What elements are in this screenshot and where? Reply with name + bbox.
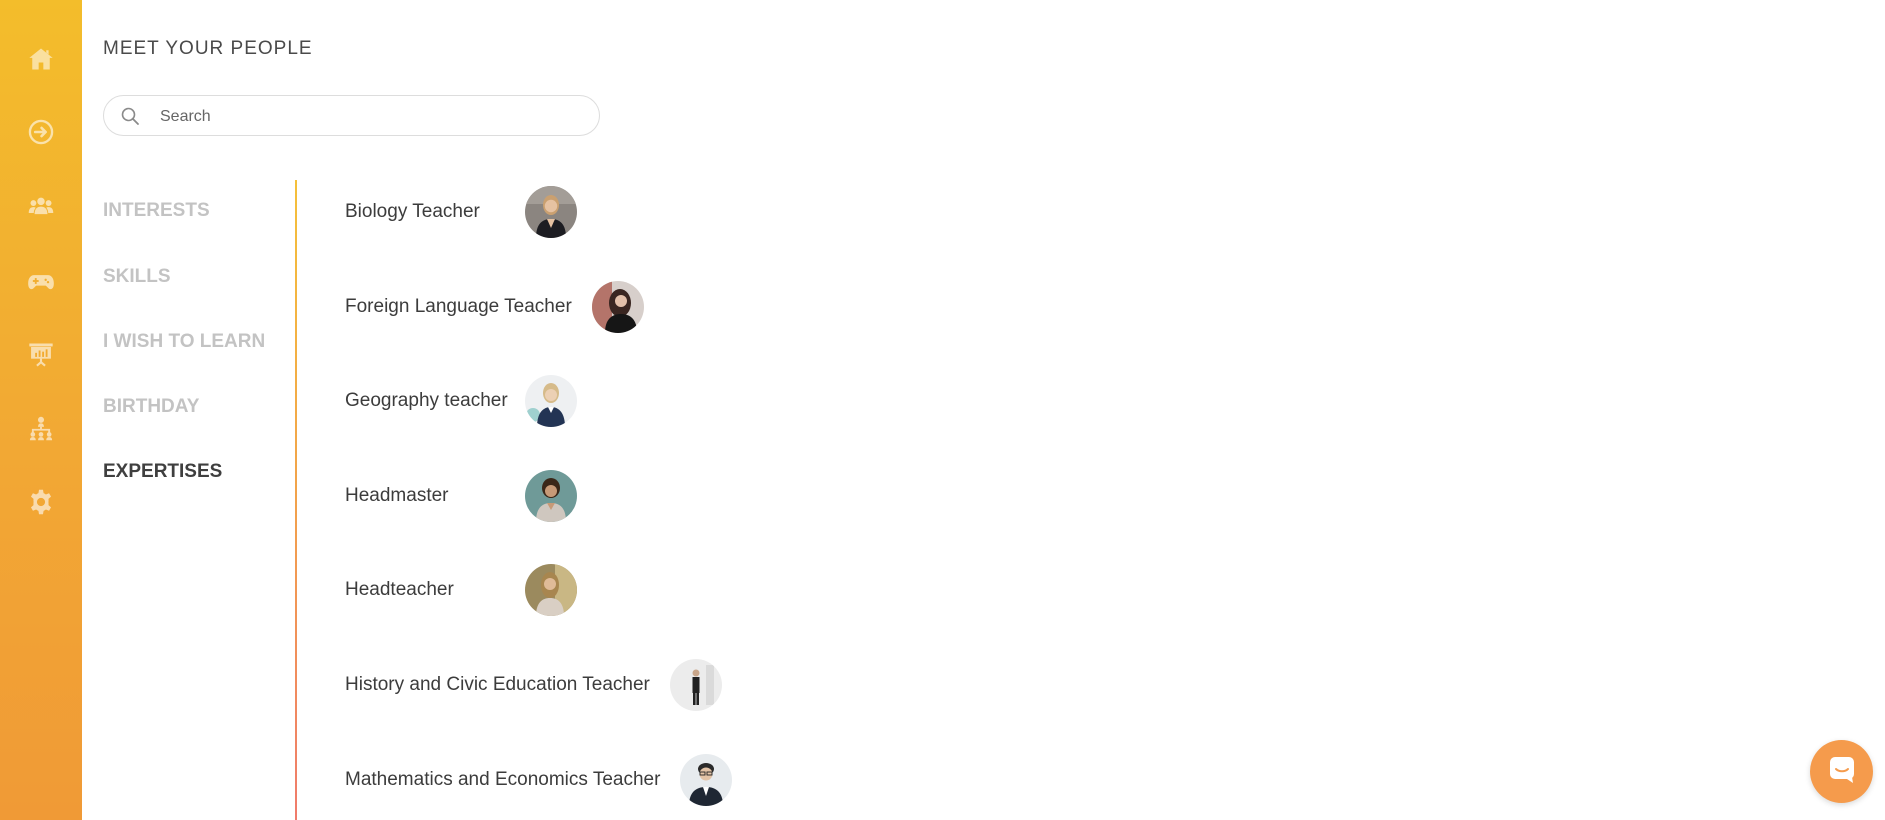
expertise-label: Foreign Language Teacher xyxy=(345,296,572,317)
avatar[interactable] xyxy=(669,659,722,711)
page-title: MEET YOUR PEOPLE xyxy=(103,38,313,59)
expertise-row[interactable]: History and Civic Education Teacher xyxy=(345,658,722,712)
avatar[interactable] xyxy=(680,754,733,806)
arrow-circle-right-icon[interactable] xyxy=(23,114,59,150)
category-interests[interactable]: INTERESTS xyxy=(103,200,210,222)
chat-icon xyxy=(1827,754,1857,789)
expertise-row[interactable]: Headmaster xyxy=(345,469,577,523)
category-expertises[interactable]: EXPERTISES xyxy=(103,461,222,483)
gear-icon[interactable] xyxy=(23,484,59,520)
category-skills[interactable]: SKILLS xyxy=(103,266,171,288)
avatar[interactable] xyxy=(525,375,577,427)
gamepad-icon[interactable] xyxy=(23,263,59,299)
expertise-label: Mathematics and Economics Teacher xyxy=(345,769,661,790)
expertise-label: Geography teacher xyxy=(345,390,508,411)
avatar[interactable] xyxy=(525,564,577,616)
expertise-row[interactable]: Geography teacher xyxy=(345,374,577,428)
avatar[interactable] xyxy=(525,470,577,522)
search-icon xyxy=(120,106,140,126)
home-icon[interactable] xyxy=(23,41,59,77)
expertise-row[interactable]: Headteacher xyxy=(345,563,577,617)
expertise-row[interactable]: Mathematics and Economics Teacher xyxy=(345,753,733,807)
app-root: MEET YOUR PEOPLE INTERESTS SKILLS I WISH… xyxy=(0,0,1885,820)
expertise-row[interactable]: Foreign Language Teacher xyxy=(345,280,644,334)
avatar[interactable] xyxy=(525,186,577,238)
presentation-board-icon[interactable] xyxy=(23,336,59,372)
chat-launcher-button[interactable] xyxy=(1810,740,1873,803)
sidebar xyxy=(0,0,82,820)
avatar[interactable] xyxy=(591,281,644,333)
expertise-label: Headteacher xyxy=(345,579,454,600)
expertise-label: History and Civic Education Teacher xyxy=(345,674,650,695)
expertise-label: Headmaster xyxy=(345,485,449,506)
search-bar[interactable] xyxy=(103,95,600,136)
expertise-label: Biology Teacher xyxy=(345,201,480,222)
org-chart-icon[interactable] xyxy=(23,410,59,446)
category-birthday[interactable]: BIRTHDAY xyxy=(103,396,199,418)
category-i-wish-to-learn[interactable]: I WISH TO LEARN xyxy=(103,331,265,353)
vertical-divider xyxy=(295,180,297,820)
people-icon[interactable] xyxy=(23,188,59,224)
search-input[interactable] xyxy=(158,101,582,132)
expertise-row[interactable]: Biology Teacher xyxy=(345,185,577,239)
